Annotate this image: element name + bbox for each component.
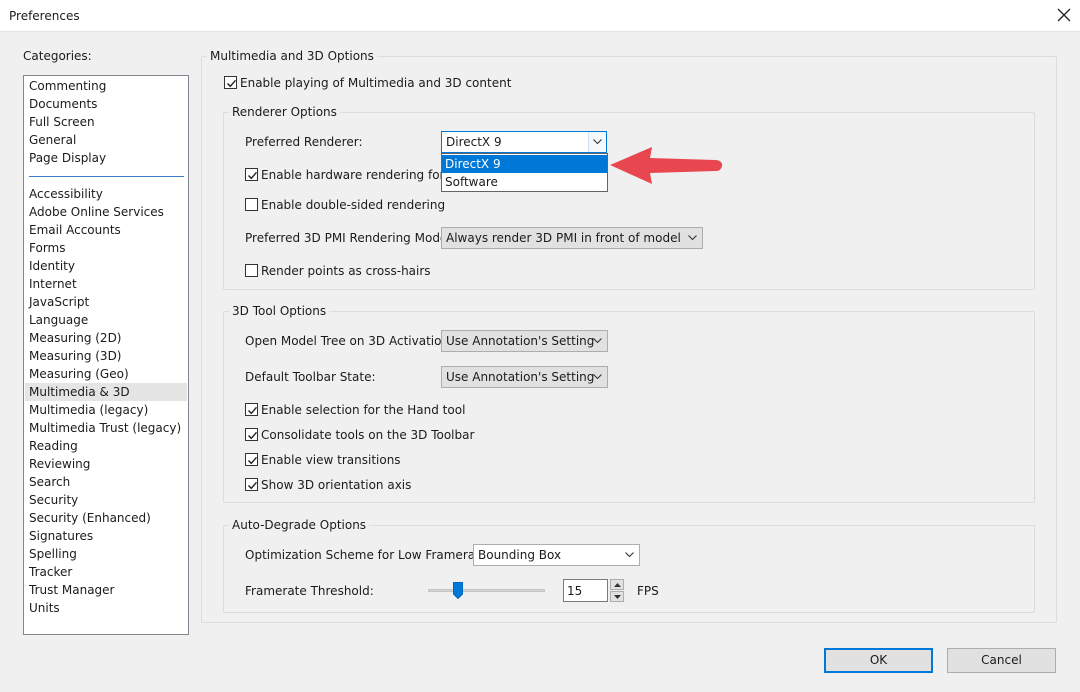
optimization-scheme-label: Optimization Scheme for Low Framerate: [245,548,492,562]
view-transitions-checkbox[interactable] [245,453,258,466]
renderer-options-title: Renderer Options [229,105,340,119]
orientation-axis-checkbox[interactable] [245,478,258,491]
category-language[interactable]: Language [25,311,187,329]
category-adobe-online-services[interactable]: Adobe Online Services [25,203,187,221]
category-internet[interactable]: Internet [25,275,187,293]
pmi-mode-select[interactable]: Always render 3D PMI in front of model [441,227,703,249]
hand-tool-label[interactable]: Enable selection for the Hand tool [261,403,465,417]
category-multimedia-legacy[interactable]: Multimedia (legacy) [25,401,187,419]
framerate-slider-thumb[interactable] [453,582,463,599]
framerate-threshold-input[interactable]: 15 [563,579,608,602]
preferred-renderer-label: Preferred Renderer: [245,135,363,149]
ok-button[interactable]: OK [824,648,933,673]
category-measuring-2d[interactable]: Measuring (2D) [25,329,187,347]
category-commenting[interactable]: Commenting [25,77,187,95]
consolidate-tools-checkbox[interactable] [245,428,258,441]
framerate-threshold-value: 15 [567,584,583,598]
category-full-screen[interactable]: Full Screen [25,113,187,131]
toolbar-state-select[interactable]: Use Annotation's Setting [441,366,608,388]
chevron-down-icon[interactable] [684,228,702,248]
spin-up-button[interactable] [610,579,624,590]
optimization-scheme-select[interactable]: Bounding Box [473,544,640,566]
optimization-scheme-value: Bounding Box [478,548,562,562]
category-email-accounts[interactable]: Email Accounts [25,221,187,239]
title-bar [0,0,1080,32]
category-reading[interactable]: Reading [25,437,187,455]
view-transitions-label[interactable]: Enable view transitions [261,453,401,467]
toolbar-state-value: Use Annotation's Setting [446,370,595,384]
framerate-spinner[interactable] [610,579,624,602]
chevron-down-icon[interactable] [589,367,607,387]
category-trust-manager[interactable]: Trust Manager [25,581,187,599]
enable-playing-label[interactable]: Enable playing of Multimedia and 3D cont… [240,76,511,90]
tool-options-title: 3D Tool Options [229,304,330,318]
chevron-down-icon[interactable] [588,132,606,152]
category-javascript[interactable]: JavaScript [25,293,187,311]
category-reviewing[interactable]: Reviewing [25,455,187,473]
chevron-down-icon[interactable] [621,545,639,565]
pmi-mode-value: Always render 3D PMI in front of model [446,231,681,245]
framerate-threshold-label: Framerate Threshold: [245,584,374,598]
category-identity[interactable]: Identity [25,257,187,275]
category-page-display[interactable]: Page Display [25,149,187,167]
category-accessibility[interactable]: Accessibility [25,185,187,203]
auto-degrade-group [223,525,1035,613]
framerate-slider-track[interactable] [428,589,545,592]
category-documents[interactable]: Documents [25,95,187,113]
dropdown-option-software[interactable]: Software [442,173,607,191]
model-tree-label: Open Model Tree on 3D Activation: [245,334,454,348]
categories-label: Categories: [23,49,92,63]
crosshairs-checkbox[interactable] [245,264,258,277]
multimedia-3d-group-title: Multimedia and 3D Options [207,49,377,63]
chevron-down-icon[interactable] [589,331,607,351]
enable-playing-checkbox[interactable] [224,76,237,89]
category-security[interactable]: Security [25,491,187,509]
cancel-button[interactable]: Cancel [947,648,1056,673]
consolidate-tools-label[interactable]: Consolidate tools on the 3D Toolbar [261,428,474,442]
toolbar-state-label: Default Toolbar State: [245,370,376,384]
category-multimedia-3d[interactable]: Multimedia & 3D [25,383,187,401]
close-icon[interactable] [1056,6,1072,24]
category-forms[interactable]: Forms [25,239,187,257]
dropdown-option-directx9[interactable]: DirectX 9 [442,155,607,173]
orientation-axis-label[interactable]: Show 3D orientation axis [261,478,411,492]
spin-down-button[interactable] [610,591,624,602]
category-signatures[interactable]: Signatures [25,527,187,545]
category-measuring-geo[interactable]: Measuring (Geo) [25,365,187,383]
categories-list[interactable]: Commenting Documents Full Screen General… [23,75,189,635]
renderer-dropdown-list[interactable]: DirectX 9 Software [441,153,608,192]
hardware-rendering-label[interactable]: Enable hardware rendering for leg [261,168,467,182]
category-search[interactable]: Search [25,473,187,491]
category-units[interactable]: Units [25,599,187,617]
hand-tool-checkbox[interactable] [245,403,258,416]
category-security-enhanced[interactable]: Security (Enhanced) [25,509,187,527]
category-multimedia-trust-legacy[interactable]: Multimedia Trust (legacy) [25,419,187,437]
category-spelling[interactable]: Spelling [25,545,187,563]
double-sided-checkbox[interactable] [245,198,258,211]
hardware-rendering-checkbox[interactable] [245,168,258,181]
red-arrow-icon [610,147,723,184]
model-tree-value: Use Annotation's Setting [446,334,595,348]
category-measuring-3d[interactable]: Measuring (3D) [25,347,187,365]
preferred-renderer-value: DirectX 9 [446,135,502,149]
category-tracker[interactable]: Tracker [25,563,187,581]
crosshairs-label[interactable]: Render points as cross-hairs [261,264,431,278]
window-title: Preferences [9,9,80,23]
fps-label: FPS [637,584,659,598]
double-sided-label[interactable]: Enable double-sided rendering [261,198,445,212]
category-separator [29,176,184,177]
preferred-renderer-select[interactable]: DirectX 9 [441,131,607,153]
auto-degrade-title: Auto-Degrade Options [229,518,370,532]
pmi-mode-label: Preferred 3D PMI Rendering Mode: [245,231,452,245]
category-general[interactable]: General [25,131,187,149]
model-tree-select[interactable]: Use Annotation's Setting [441,330,608,352]
